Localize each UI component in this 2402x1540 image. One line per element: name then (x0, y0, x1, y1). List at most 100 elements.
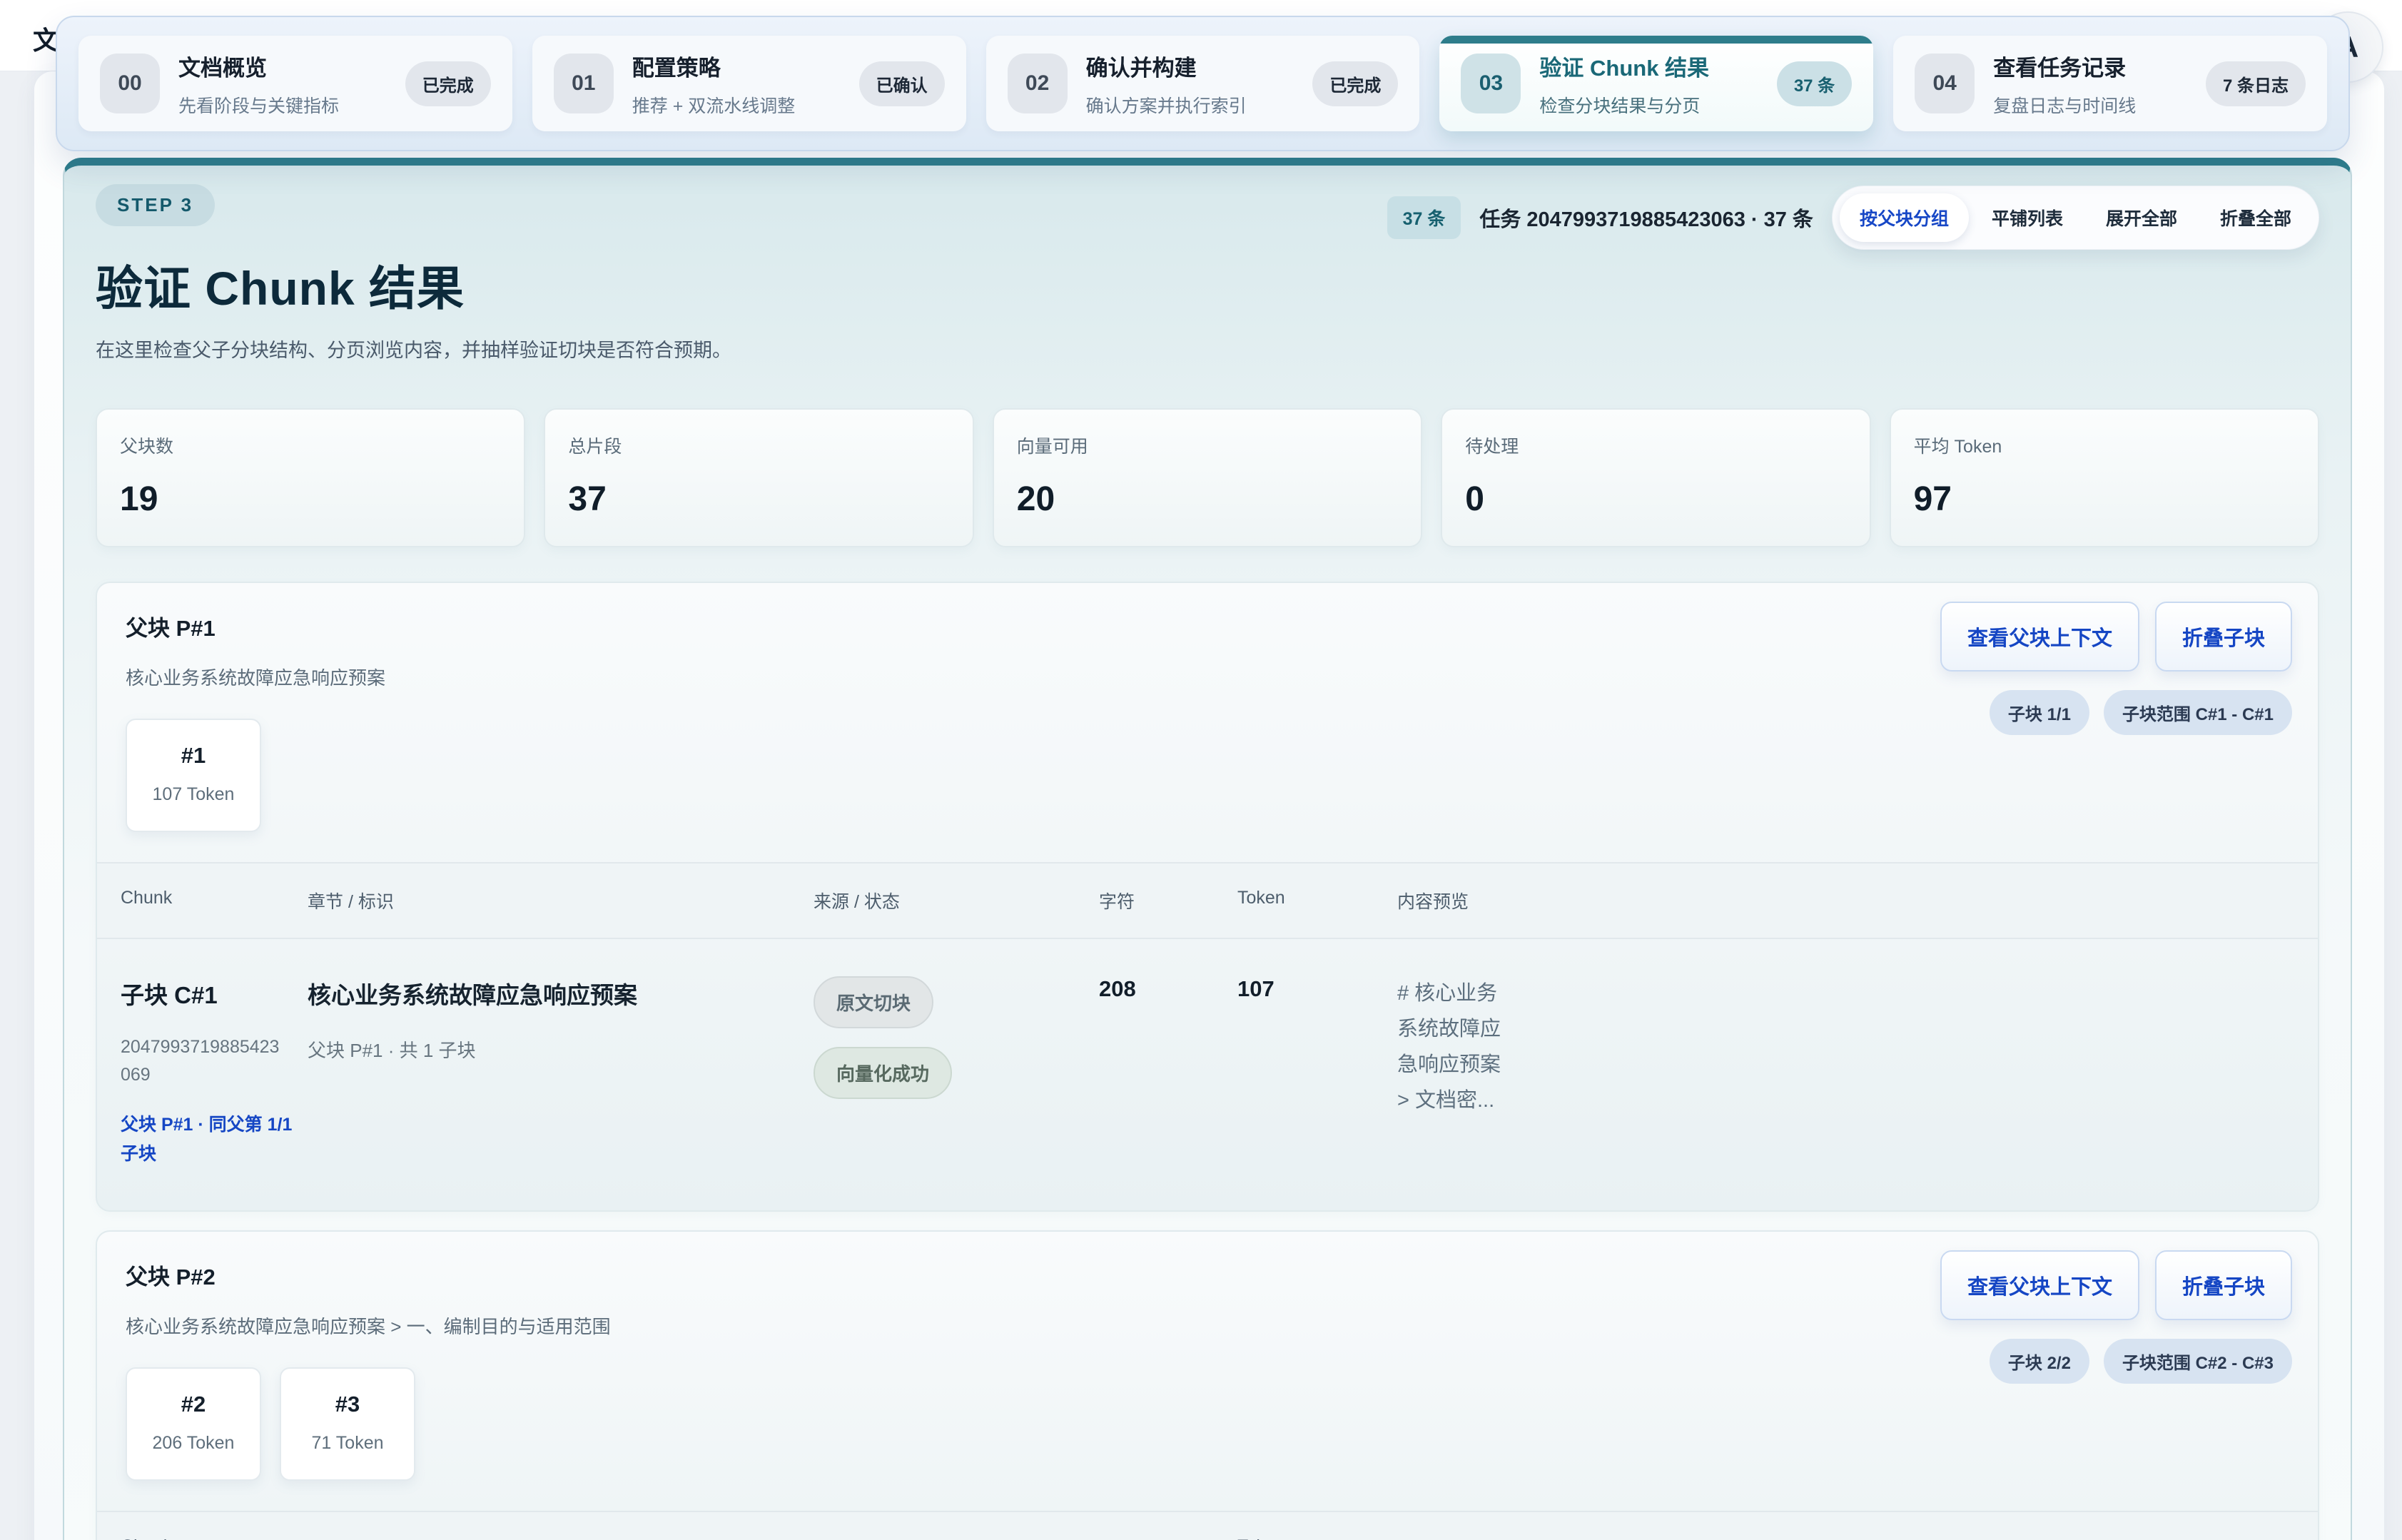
col-header-preview: 内容预览 (1397, 1536, 2318, 1540)
step-desc: 复盘日志与时间线 (1993, 92, 2187, 118)
stats-row: 父块数 19 总片段 37 向量可用 20 待处理 0 平均 Token 97 (96, 408, 2319, 547)
stat-parent-count: 父块数 19 (96, 408, 525, 547)
step-desc: 检查分块结果与分页 (1539, 92, 1758, 118)
chunk-id: 2047993719885423069 (121, 1033, 281, 1089)
step-status-badge: 已完成 (1312, 61, 1398, 106)
col-header-chunk: Chunk (97, 1536, 308, 1540)
step-card-03-validate-chunks[interactable]: 03 验证 Chunk 结果 检查分块结果与分页 37 条 (1439, 36, 1873, 131)
step-desc: 推荐 + 双流水线调整 (632, 92, 841, 118)
step-card-01-configure-strategy[interactable]: 01 配置策略 推荐 + 双流水线调整 已确认 (532, 36, 966, 131)
char-count: 208 (1099, 976, 1237, 1169)
stat-value: 20 (1017, 480, 1398, 519)
step-count-badge: 37 条 (1777, 61, 1852, 106)
stat-total-fragments: 总片段 37 (544, 408, 973, 547)
col-header-chars: 字符 (1099, 888, 1237, 913)
step-number: 03 (1461, 54, 1521, 113)
child-count-badge: 子块 1/1 (1990, 690, 2089, 735)
col-header-chunk: Chunk (97, 888, 308, 913)
step-status-badge: 已完成 (405, 61, 491, 106)
collapse-children-button[interactable]: 折叠子块 (2155, 602, 2292, 672)
child-count-badge: 子块 2/2 (1990, 1339, 2089, 1384)
chunk-chip-id: #1 (127, 743, 260, 769)
view-tab-expand-all[interactable]: 展开全部 (2086, 193, 2197, 242)
stat-label: 父块数 (120, 432, 501, 458)
step-number: 02 (1008, 54, 1068, 113)
chunk-chip-2[interactable]: #2 206 Token (126, 1367, 261, 1481)
parent-block-p1: 父块 P#1 核心业务系统故障应急响应预案 查看父块上下文 折叠子块 子块 1/… (96, 582, 2319, 1212)
view-parent-context-button[interactable]: 查看父块上下文 (1940, 1250, 2139, 1320)
parent-link[interactable]: 父块 P#1 · 同父第 1/1 子块 (121, 1110, 295, 1170)
stat-value: 0 (1465, 480, 1846, 519)
col-header-token: Token (1237, 1536, 1397, 1540)
chunk-chip-3[interactable]: #3 71 Token (280, 1367, 415, 1481)
col-header-preview: 内容预览 (1397, 888, 2318, 913)
section-subtitle: 父块 P#1 · 共 1 子块 (308, 1036, 814, 1063)
chunk-table: Chunk 章节 / 标识 来源 / 状态 字符 Token 内容预览 子块 C… (97, 862, 2318, 1210)
step-card-02-confirm-build[interactable]: 02 确认并构建 确认方案并执行索引 已完成 (986, 36, 1420, 131)
step-status-badge: 7 条日志 (2206, 61, 2306, 106)
child-range-badge: 子块范围 C#1 - C#1 (2104, 690, 2292, 735)
step-title: 验证 Chunk 结果 (1539, 50, 1758, 82)
stat-label: 向量可用 (1017, 432, 1398, 458)
source-tag: 原文切块 (814, 976, 933, 1028)
chunk-chip-tokens: 107 Token (127, 784, 260, 805)
view-switch: 按父块分组 平铺列表 展开全部 折叠全部 (1832, 186, 2319, 250)
chunk-chip-id: #2 (127, 1392, 260, 1417)
chunk-chip-tokens: 71 Token (281, 1433, 414, 1454)
step-card-00-document-overview[interactable]: 00 文档概览 先看阶段与关键指标 已完成 (78, 36, 512, 131)
view-tab-collapse-all[interactable]: 折叠全部 (2200, 193, 2311, 242)
col-header-source-status: 来源 / 状态 (814, 888, 1099, 913)
stat-value: 97 (1914, 480, 2295, 519)
col-header-source-status: 来源 / 状态 (814, 1536, 1099, 1540)
stat-avg-token: 平均 Token 97 (1890, 408, 2319, 547)
col-header-section: 章节 / 标识 (308, 1536, 814, 1540)
chunk-chip-1[interactable]: #1 107 Token (126, 719, 261, 832)
step-status-badge: 已确认 (859, 61, 945, 106)
stepper-bar: 00 文档概览 先看阶段与关键指标 已完成 01 配置策略 推荐 + 双流水线调… (56, 16, 2350, 151)
vectorized-status-tag: 向量化成功 (814, 1047, 952, 1099)
step-desc: 确认方案并执行索引 (1086, 92, 1294, 118)
stat-value: 37 (568, 480, 949, 519)
table-row: 子块 C#1 2047993719885423069 父块 P#1 · 同父第 … (97, 939, 2318, 1210)
page-subtitle: 在这里检查父子分块结构、分页浏览内容，并抽样验证切块是否符合预期。 (96, 335, 2319, 363)
col-header-chars: 字符 (1099, 1536, 1237, 1540)
total-count-badge: 37 条 (1387, 196, 1461, 239)
col-header-section: 章节 / 标识 (308, 888, 814, 913)
stat-pending: 待处理 0 (1441, 408, 1870, 547)
step-title: 文档概览 (178, 50, 387, 82)
stat-vectors-available: 向量可用 20 (993, 408, 1422, 547)
task-id-label: 任务 2047993719885423063 · 37 条 (1479, 203, 1813, 233)
step-desc: 先看阶段与关键指标 (178, 92, 387, 118)
step-card-04-task-log[interactable]: 04 查看任务记录 复盘日志与时间线 7 条日志 (1893, 36, 2327, 131)
step-title: 配置策略 (632, 50, 841, 82)
view-parent-context-button[interactable]: 查看父块上下文 (1940, 602, 2139, 672)
section-title: 核心业务系统故障应急响应预案 (308, 976, 814, 1010)
parent-block-p2: 父块 P#2 核心业务系统故障应急响应预案 > 一、编制目的与适用范围 查看父块… (96, 1230, 2319, 1540)
collapse-children-button[interactable]: 折叠子块 (2155, 1250, 2292, 1320)
child-range-badge: 子块范围 C#2 - C#3 (2104, 1339, 2292, 1384)
page-title: 验证 Chunk 结果 (96, 250, 2319, 319)
chunk-chip-id: #3 (281, 1392, 414, 1417)
view-tab-flat-list[interactable]: 平铺列表 (1972, 193, 2083, 242)
stat-value: 19 (120, 480, 501, 519)
chunk-chip-row: #2 206 Token #3 71 Token (97, 1367, 2318, 1481)
step-number: 01 (554, 54, 614, 113)
chunk-chip-tokens: 206 Token (127, 1433, 260, 1454)
step-label-badge: STEP 3 (96, 184, 215, 226)
chunk-table: Chunk 章节 / 标识 来源 / 状态 字符 Token 内容预览 (97, 1511, 2318, 1540)
view-tab-group-by-parent[interactable]: 按父块分组 (1840, 193, 1969, 242)
step-number: 00 (100, 54, 160, 113)
stat-label: 平均 Token (1914, 432, 2295, 458)
stat-label: 总片段 (568, 432, 949, 458)
table-header-row: Chunk 章节 / 标识 来源 / 状态 字符 Token 内容预览 (97, 862, 2318, 939)
step-title: 查看任务记录 (1993, 50, 2187, 82)
col-header-token: Token (1237, 888, 1397, 913)
step3-panel: STEP 3 验证 Chunk 结果 在这里检查父子分块结构、分页浏览内容，并抽… (63, 158, 2352, 1540)
step-number: 04 (1915, 54, 1975, 113)
chunk-chip-row: #1 107 Token (97, 719, 2318, 832)
chunk-name: 子块 C#1 (121, 976, 308, 1010)
token-count: 107 (1237, 976, 1397, 1169)
stat-label: 待处理 (1465, 432, 1846, 458)
step-title: 确认并构建 (1086, 50, 1294, 82)
table-header-row: Chunk 章节 / 标识 来源 / 状态 字符 Token 内容预览 (97, 1511, 2318, 1540)
